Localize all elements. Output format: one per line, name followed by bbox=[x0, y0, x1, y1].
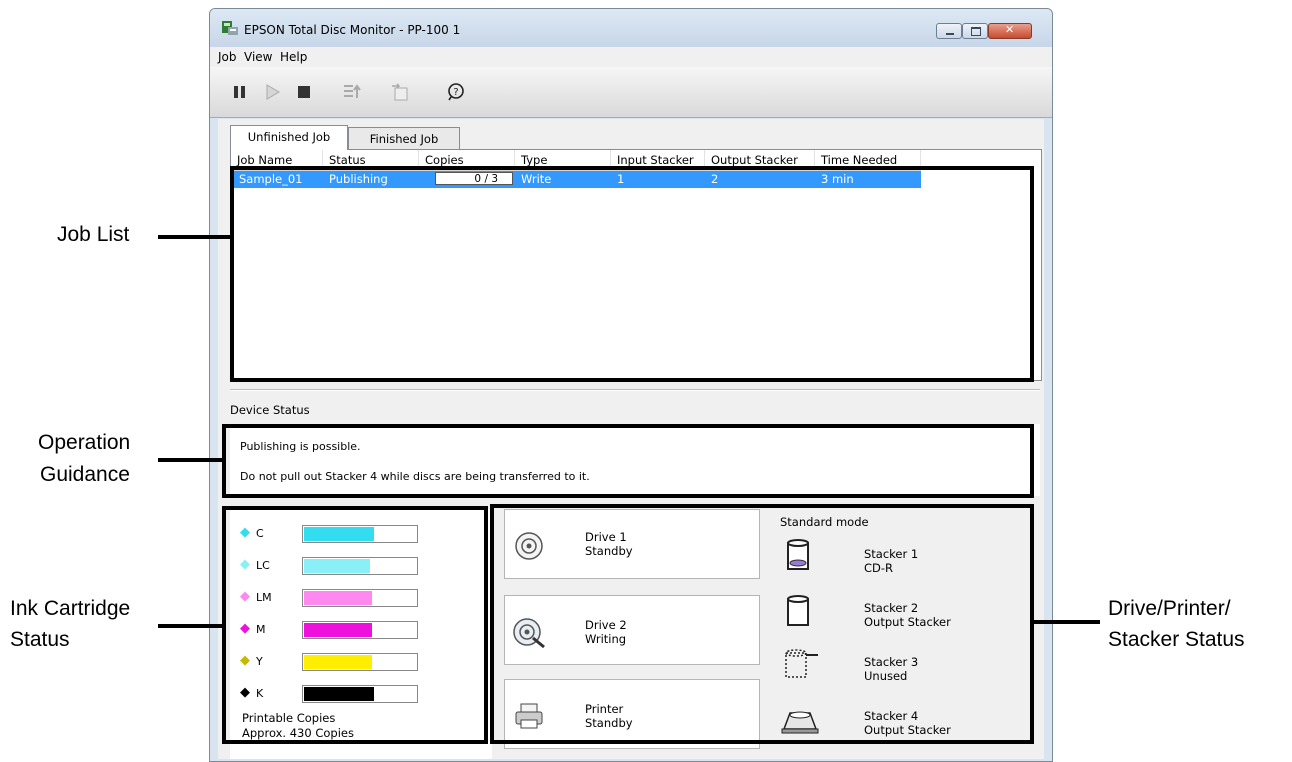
close-button[interactable] bbox=[988, 23, 1032, 39]
device-status-heading: Device Status bbox=[230, 403, 310, 417]
pause-icon[interactable] bbox=[230, 82, 250, 102]
app-icon bbox=[222, 21, 238, 35]
svg-text:?: ? bbox=[453, 87, 458, 98]
menu-view[interactable]: View bbox=[244, 50, 272, 64]
tab-unfinished-job[interactable]: Unfinished Job bbox=[230, 125, 348, 150]
device-highlight bbox=[490, 504, 1034, 744]
help-icon[interactable]: ? bbox=[446, 82, 466, 102]
ink-leader bbox=[158, 624, 222, 628]
callout-drive-printer: Drive/Printer/ bbox=[1108, 597, 1231, 620]
menu-help[interactable]: Help bbox=[280, 50, 307, 64]
device-leader bbox=[1034, 620, 1100, 624]
callout-ink-status: Status bbox=[10, 628, 70, 651]
guidance-highlight bbox=[222, 424, 1034, 498]
callout-stacker-status: Stacker Status bbox=[1108, 628, 1245, 651]
tab-finished-job[interactable]: Finished Job bbox=[348, 127, 460, 149]
stop-icon[interactable] bbox=[294, 82, 314, 102]
job-list-leader bbox=[158, 235, 230, 239]
window-title: EPSON Total Disc Monitor - PP-100 1 bbox=[244, 23, 461, 37]
move-job-icon[interactable] bbox=[390, 82, 410, 102]
menu-job[interactable]: Job bbox=[218, 50, 237, 64]
callout-job-list: Job List bbox=[57, 223, 130, 246]
title-bar[interactable]: EPSON Total Disc Monitor - PP-100 1 bbox=[210, 9, 1052, 47]
callout-ink-cartridge: Ink Cartridge bbox=[10, 597, 131, 620]
menu-bar: Job View Help bbox=[210, 47, 1052, 67]
divider bbox=[230, 389, 1040, 391]
ink-highlight bbox=[222, 506, 488, 744]
play-icon[interactable] bbox=[262, 82, 282, 102]
guidance-leader bbox=[158, 458, 222, 462]
job-list-highlight bbox=[230, 166, 1034, 382]
callout-operation: Operation bbox=[38, 431, 131, 454]
callout-guidance: Guidance bbox=[40, 463, 130, 486]
toolbar: ? bbox=[210, 67, 1052, 118]
minimize-button[interactable] bbox=[936, 23, 962, 39]
maximize-button[interactable] bbox=[962, 23, 988, 39]
move-up-icon[interactable] bbox=[342, 82, 362, 102]
